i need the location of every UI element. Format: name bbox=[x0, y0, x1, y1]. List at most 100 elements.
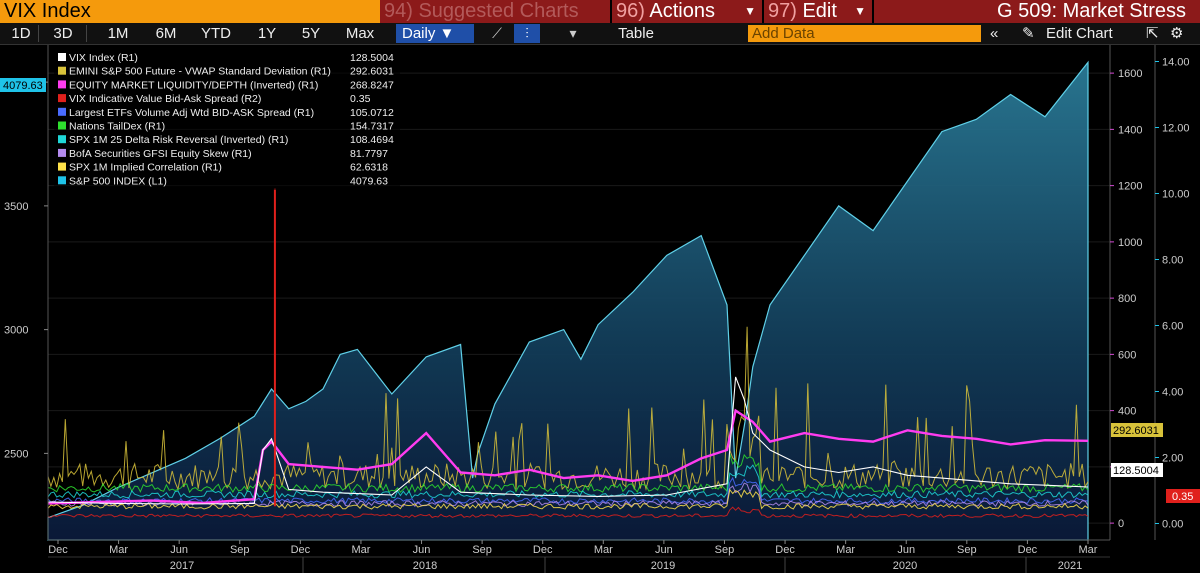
chevron-down-icon: ▼ bbox=[744, 4, 756, 18]
range-1m-button[interactable]: 1M bbox=[100, 23, 136, 44]
legend-swatch bbox=[58, 135, 66, 144]
popout-icon[interactable]: ⇱ bbox=[1146, 23, 1159, 44]
legend-value: 268.8247 bbox=[350, 79, 394, 91]
x-tick-label: Mar bbox=[594, 544, 613, 556]
x-tick-label: Mar bbox=[1079, 544, 1098, 556]
bidask-current-label: 0.35 bbox=[1166, 489, 1200, 503]
right-tick-label: 0.00 bbox=[1162, 519, 1183, 531]
legend-label: EQUITY MARKET LIQUIDITY/DEPTH (Inverted)… bbox=[69, 79, 318, 91]
edit-chart-button[interactable]: Edit Chart bbox=[1046, 23, 1113, 44]
x-tick-label: Sep bbox=[715, 544, 735, 556]
legend-swatch bbox=[58, 66, 66, 75]
middle-tick-label: 600 bbox=[1118, 349, 1136, 361]
legend-value: 4079.63 bbox=[350, 175, 388, 187]
right-tick-label: 14.00 bbox=[1162, 57, 1190, 69]
chart-toolbar: 1D 3D 1M 6M YTD 1Y 5Y Max Daily ▼ ⟋ ⫶ ▾ … bbox=[0, 23, 1200, 45]
legend-value: 0.35 bbox=[350, 93, 371, 105]
legend-label: SPX 1M 25 Delta Risk Reversal (Inverted)… bbox=[69, 134, 288, 146]
line-chart-icon[interactable]: ⟋ bbox=[484, 24, 510, 43]
x-tick-label: Jun bbox=[897, 544, 915, 556]
vix-current-label: 128.5004 bbox=[1111, 463, 1163, 477]
middle-tick-label: 800 bbox=[1118, 293, 1136, 305]
legend-label: Largest ETFs Volume Adj Wtd BID-ASK Spre… bbox=[69, 107, 314, 119]
x-tick-label: Mar bbox=[836, 544, 855, 556]
x-tick-label: Dec bbox=[48, 544, 68, 556]
legend-label: SPX 1M Implied Correlation (R1) bbox=[69, 162, 222, 174]
middle-tick-label: 1400 bbox=[1118, 124, 1142, 136]
table-button[interactable]: Table bbox=[604, 23, 668, 44]
range-6m-button[interactable]: 6M bbox=[148, 23, 184, 44]
x-tick-label: Sep bbox=[230, 544, 250, 556]
right-tick-label: 6.00 bbox=[1162, 321, 1183, 333]
range-5y-button[interactable]: 5Y bbox=[296, 23, 326, 44]
year-label: 2020 bbox=[893, 560, 917, 572]
collapse-icon[interactable]: « bbox=[990, 23, 998, 44]
market-stress-chart[interactable]: 4000350030002500 1600 1400 1200 1000 800 600 4… bbox=[0, 45, 1200, 573]
actions-menu[interactable]: 96) Actions ▼ bbox=[612, 0, 762, 23]
svg-text:128.5004: 128.5004 bbox=[1113, 465, 1159, 477]
function-title: G 509: Market Stress bbox=[874, 0, 1200, 23]
legend: VIX Index (R1) 128.5004 EMINI S&P 500 Futu… bbox=[54, 49, 400, 190]
middle-axis: 16001400120010008006004002000 bbox=[1110, 68, 1142, 530]
legend-value: 81.7797 bbox=[350, 148, 388, 160]
suggested-charts-menu[interactable]: 94) Suggested Charts bbox=[380, 0, 610, 23]
legend-value: 108.4694 bbox=[350, 134, 394, 146]
range-3d-button[interactable]: 3D bbox=[48, 23, 78, 44]
middle-tick-label: 0 bbox=[1118, 518, 1124, 530]
pencil-icon[interactable]: ✎ bbox=[1022, 23, 1035, 44]
svg-text:4079.63: 4079.63 bbox=[3, 80, 43, 92]
legend-label: BofA Securities GFSI Equity Skew (R1) bbox=[69, 148, 252, 160]
legend-value: 128.5004 bbox=[350, 52, 394, 64]
security-title[interactable]: VIX Index bbox=[0, 0, 380, 23]
legend-swatch bbox=[58, 148, 66, 157]
left-axis: 4000350030002500 bbox=[4, 77, 48, 460]
left-tick-label: 2500 bbox=[4, 448, 28, 460]
legend-value: 62.6318 bbox=[350, 162, 388, 174]
range-1y-button[interactable]: 1Y bbox=[252, 23, 282, 44]
frequency-select[interactable]: Daily ▼ bbox=[396, 24, 474, 43]
legend-label: Nations TailDex (R1) bbox=[69, 121, 165, 133]
range-1d-button[interactable]: 1D bbox=[6, 23, 36, 44]
middle-tick-label: 1200 bbox=[1118, 181, 1142, 193]
middle-tick-label: 1000 bbox=[1118, 237, 1142, 249]
year-label: 2018 bbox=[413, 560, 437, 572]
legend-label: VIX Indicative Value Bid-Ask Spread (R2) bbox=[69, 93, 261, 105]
year-label: 2019 bbox=[651, 560, 675, 572]
legend-label: S&P 500 INDEX (L1) bbox=[69, 175, 167, 187]
legend-swatch bbox=[58, 53, 66, 61]
legend-value: 292.6031 bbox=[350, 66, 394, 78]
gear-icon[interactable]: ⚙ bbox=[1170, 23, 1183, 44]
right-tick-label: 12.00 bbox=[1162, 123, 1190, 135]
right-tick-label: 8.00 bbox=[1162, 255, 1183, 267]
add-data-input[interactable]: Add Data bbox=[748, 25, 981, 42]
x-tick-label: Mar bbox=[351, 544, 370, 556]
year-label: 2017 bbox=[170, 560, 194, 572]
title-bar: VIX Index 94) Suggested Charts 96) Actio… bbox=[0, 0, 1200, 23]
middle-tick-label: 1600 bbox=[1118, 68, 1142, 80]
spx-current-label: 4079.63 bbox=[0, 78, 46, 92]
range-ytd-button[interactable]: YTD bbox=[196, 23, 236, 44]
right-tick-label: 2.00 bbox=[1162, 453, 1183, 465]
legend-value: 154.7317 bbox=[350, 121, 394, 133]
edit-menu[interactable]: 97) Edit ▼ bbox=[764, 0, 872, 23]
right-axis: 14.00 12.00 10.00 8.00 6.00 4.00 2.00 0.00 bbox=[1155, 57, 1190, 531]
legend-label: VIX Index (R1) bbox=[69, 52, 138, 64]
emini-current-label: 292.6031 bbox=[1111, 423, 1163, 437]
range-max-button[interactable]: Max bbox=[340, 23, 380, 44]
right-tick-label: 10.00 bbox=[1162, 189, 1190, 201]
dropdown-icon[interactable]: ▾ bbox=[560, 24, 586, 43]
x-tick-label: Dec bbox=[533, 544, 553, 556]
x-tick-label: Jun bbox=[170, 544, 188, 556]
right-tick-label: 4.00 bbox=[1162, 387, 1183, 399]
legend-value: 105.0712 bbox=[350, 107, 394, 119]
left-tick-label: 3500 bbox=[4, 201, 28, 213]
svg-text:0.35: 0.35 bbox=[1172, 491, 1193, 503]
legend-swatch bbox=[58, 80, 66, 89]
chevron-down-icon: ▼ bbox=[854, 4, 866, 18]
bar-chart-icon[interactable]: ⫶ bbox=[514, 24, 540, 43]
chevron-down-icon: ▼ bbox=[439, 25, 455, 42]
legend-swatch bbox=[58, 94, 66, 103]
year-label: 2021 bbox=[1058, 560, 1082, 572]
x-tick-label: Dec bbox=[775, 544, 795, 556]
x-tick-label: Mar bbox=[109, 544, 128, 556]
